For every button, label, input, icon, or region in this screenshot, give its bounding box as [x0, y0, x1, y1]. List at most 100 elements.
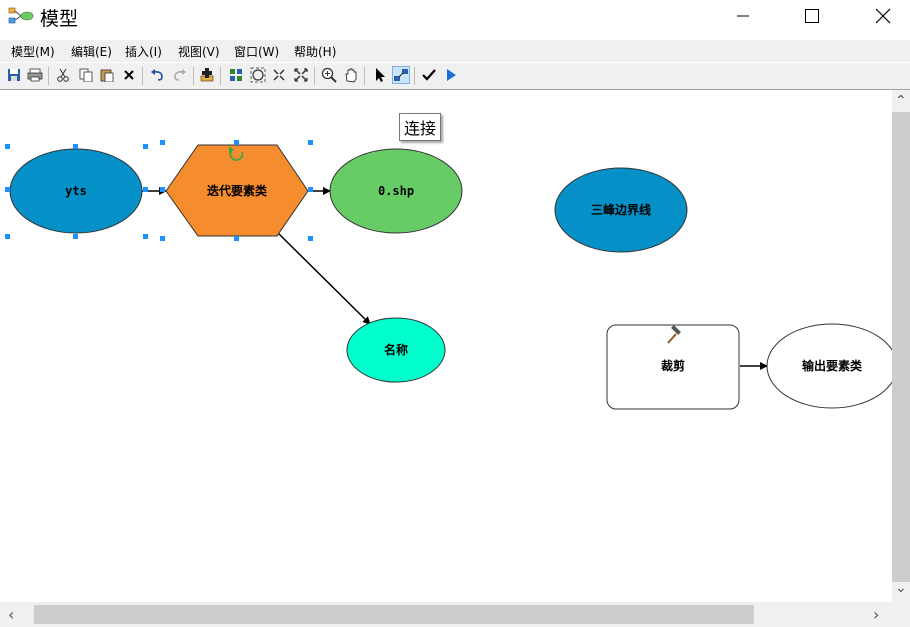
- save-button[interactable]: [5, 66, 23, 84]
- node-yts-label: yts: [65, 184, 87, 198]
- selection-handle[interactable]: [143, 234, 148, 239]
- zoom-out-fixed-icon: [294, 68, 308, 82]
- minimize-button[interactable]: [720, 0, 766, 32]
- selection-handle[interactable]: [5, 187, 10, 192]
- title-bar: 模型: [0, 0, 910, 33]
- node-output-label: 输出要素类: [802, 358, 863, 373]
- paste-button[interactable]: [98, 66, 116, 84]
- node-iterate-label: 迭代要素类: [207, 183, 268, 198]
- run-icon: [447, 69, 456, 81]
- scroll-down-icon[interactable]: ⌄: [895, 580, 907, 596]
- vertical-scrollbar[interactable]: ⌃ ⌄: [892, 90, 910, 602]
- print-button[interactable]: [26, 66, 44, 84]
- menu-model[interactable]: 模型(M): [11, 43, 55, 60]
- full-extent-button[interactable]: [249, 66, 267, 84]
- toolbar: [0, 63, 910, 90]
- node-iterate[interactable]: 迭代要素类: [165, 144, 309, 237]
- zoom-in-fixed-icon: [273, 69, 285, 81]
- selection-handle[interactable]: [160, 140, 165, 145]
- scroll-up-icon[interactable]: ⌃: [895, 93, 907, 109]
- toolbar-separator: [414, 67, 415, 85]
- validate-icon: [422, 69, 436, 81]
- zoom-in-icon: [321, 67, 337, 83]
- node-shp[interactable]: 0.shp: [329, 148, 463, 234]
- menu-help[interactable]: 帮助(H): [294, 43, 336, 60]
- selection-handle[interactable]: [308, 140, 313, 145]
- print-icon: [27, 68, 43, 82]
- selection-handle[interactable]: [5, 144, 10, 149]
- selection-handle[interactable]: [308, 187, 313, 192]
- redo-icon: [174, 69, 186, 81]
- toolbar-separator: [142, 67, 143, 85]
- full-extent-icon: [250, 67, 266, 83]
- undo-button[interactable]: [148, 66, 166, 84]
- node-name-label: 名称: [384, 342, 408, 357]
- node-clip-label: 裁剪: [661, 358, 685, 373]
- node-output[interactable]: 输出要素类: [766, 323, 892, 409]
- minimize-icon: [737, 15, 749, 17]
- selection-handle[interactable]: [160, 236, 165, 241]
- menu-insert[interactable]: 插入(I): [125, 43, 162, 60]
- vertical-scroll-thumb[interactable]: [892, 112, 910, 582]
- auto-layout-icon: [230, 69, 242, 81]
- selection-handle[interactable]: [308, 236, 313, 241]
- connect-icon: [394, 69, 408, 81]
- selection-handle[interactable]: [5, 234, 10, 239]
- selection-handle[interactable]: [234, 236, 239, 241]
- horizontal-scroll-thumb[interactable]: [34, 605, 754, 624]
- model-canvas[interactable]: yts 迭代要素类 0.shp 三峰边界线 名称 裁剪 输出要素类: [0, 90, 892, 602]
- maximize-icon: [805, 9, 819, 23]
- zoom-out-fixed-button[interactable]: [292, 66, 310, 84]
- zoom-in-button[interactable]: [320, 66, 338, 84]
- close-button[interactable]: [860, 0, 906, 32]
- menu-view[interactable]: 视图(V): [178, 43, 220, 60]
- cut-button[interactable]: [54, 66, 72, 84]
- node-boundary[interactable]: 三峰边界线: [554, 167, 688, 253]
- run-button[interactable]: [442, 66, 460, 84]
- copy-button[interactable]: [77, 66, 95, 84]
- node-boundary-label: 三峰边界线: [591, 202, 651, 217]
- model-diagram[interactable]: yts 迭代要素类 0.shp 三峰边界线 名称 裁剪 输出要素类: [0, 90, 892, 602]
- selection-handle[interactable]: [143, 144, 148, 149]
- pan-button[interactable]: [342, 66, 360, 84]
- selection-handle[interactable]: [73, 144, 78, 149]
- node-yts[interactable]: yts: [9, 148, 143, 234]
- scroll-right-icon[interactable]: ›: [873, 605, 879, 624]
- add-data-icon: [200, 68, 214, 82]
- scrollbar-corner: [892, 602, 910, 627]
- window-title: 模型: [40, 8, 79, 30]
- horizontal-scrollbar[interactable]: ‹ ›: [0, 602, 892, 627]
- menu-window[interactable]: 窗口(W): [234, 43, 279, 60]
- selection-handle[interactable]: [234, 140, 239, 145]
- toolbar-separator: [193, 67, 194, 85]
- validate-button[interactable]: [420, 66, 438, 84]
- auto-layout-button[interactable]: [227, 66, 245, 84]
- redo-button[interactable]: [171, 66, 189, 84]
- selection-handle[interactable]: [73, 234, 78, 239]
- select-button[interactable]: [371, 66, 389, 84]
- delete-icon: [124, 70, 134, 80]
- selection-handle[interactable]: [143, 187, 148, 192]
- close-icon: [875, 8, 891, 24]
- connect-button[interactable]: [392, 66, 410, 84]
- maximize-button[interactable]: [789, 0, 835, 32]
- node-shp-label: 0.shp: [378, 184, 414, 198]
- menu-bar: 模型(M) 编辑(E) 插入(I) 视图(V) 窗口(W) 帮助(H): [0, 40, 910, 62]
- toolbar-separator: [220, 67, 221, 85]
- node-name[interactable]: 名称: [346, 317, 446, 383]
- menu-edit[interactable]: 编辑(E): [71, 43, 112, 60]
- delete-button[interactable]: [120, 66, 138, 84]
- connect-tooltip: 连接: [399, 113, 442, 141]
- add-data-button[interactable]: [198, 66, 216, 84]
- scroll-left-icon[interactable]: ‹: [8, 605, 14, 624]
- selection-handle[interactable]: [160, 187, 165, 192]
- save-icon: [8, 69, 20, 81]
- toolbar-separator: [364, 67, 365, 85]
- select-icon: [376, 68, 385, 82]
- pan-icon: [345, 68, 357, 83]
- connector-iterate-name[interactable]: [276, 231, 371, 325]
- zoom-in-fixed-button[interactable]: [270, 66, 288, 84]
- toolbar-separator: [314, 67, 315, 85]
- undo-icon: [151, 69, 163, 81]
- toolbar-separator: [48, 67, 49, 85]
